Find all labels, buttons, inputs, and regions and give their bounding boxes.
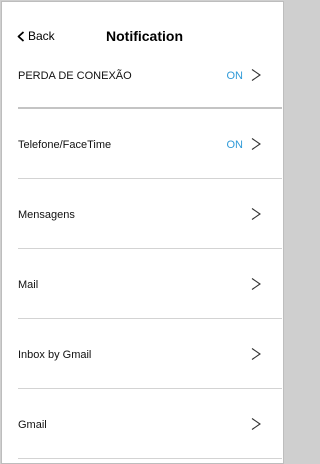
row-label: Mail [18, 279, 39, 291]
notification-screen: Back Notification PERDA DE CONEXÃO ON Te… [1, 1, 284, 464]
page-title: Notification [106, 28, 183, 44]
chevron-right-icon [251, 208, 261, 220]
navigation-bar: Back Notification [2, 2, 283, 48]
row-status: ON [226, 70, 244, 82]
chevron-right-icon [251, 278, 261, 290]
row-status: ON [226, 139, 244, 151]
chevron-right-icon [251, 348, 261, 360]
notification-row-gmail[interactable]: Gmail [18, 389, 282, 459]
back-button[interactable]: Back [17, 28, 55, 44]
notification-row-perda-de-conexao[interactable]: PERDA DE CONEXÃO ON [18, 48, 282, 109]
back-label: Back [28, 29, 55, 43]
row-label: Telefone/FaceTime [18, 139, 112, 151]
chevron-right-icon [251, 69, 261, 81]
row-label: PERDA DE CONEXÃO [18, 70, 132, 82]
notification-row-inbox-by-gmail[interactable]: Inbox by Gmail [18, 319, 282, 389]
row-label: Gmail [18, 419, 47, 431]
chevron-left-icon [17, 30, 25, 42]
row-label: Inbox by Gmail [18, 349, 92, 361]
row-label: Mensagens [18, 209, 75, 221]
chevron-right-icon [251, 418, 261, 430]
chevron-right-icon [251, 138, 261, 150]
notification-row-mensagens[interactable]: Mensagens [18, 179, 282, 249]
notification-row-telefone-facetime[interactable]: Telefone/FaceTime ON [18, 109, 282, 179]
notification-row-mail[interactable]: Mail [18, 249, 282, 319]
